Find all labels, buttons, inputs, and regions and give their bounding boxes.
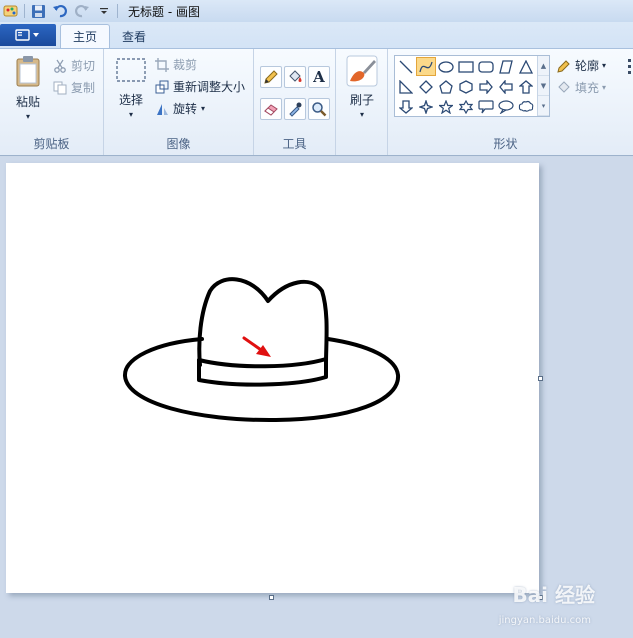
brushes-group: 刷子 ▾ [336,49,388,155]
rotate-label: 旋转 [173,102,198,116]
canvas-workspace[interactable]: Bai 经验 jingyan.baidu.com [0,157,633,638]
resize-handle-right[interactable] [538,376,543,381]
scissors-icon [52,58,68,74]
diamond-shape-icon[interactable] [416,77,436,96]
clipboard-group-label: 剪贴板 [33,137,70,151]
paste-dropdown-icon: ▾ [25,112,30,121]
oval-shape-icon[interactable] [436,57,456,76]
cut-label: 剪切 [71,59,96,73]
gallery-expand-icon[interactable]: ▾ [538,96,549,116]
tools-group-label: 工具 [282,137,307,151]
resize-button[interactable]: 重新调整大小 [154,78,245,95]
paint-app-icon[interactable] [2,2,20,20]
rotate-button[interactable]: 旋转 ▾ [154,100,205,117]
copy-icon [52,80,68,96]
five-point-star-shape-icon[interactable] [436,97,456,116]
rectangle-shape-icon[interactable] [456,57,476,76]
polygon-shape-icon[interactable] [496,57,516,76]
fill-button[interactable]: 填充 ▾ [556,79,606,96]
rotate-icon [154,101,170,117]
four-point-star-shape-icon[interactable] [416,97,436,116]
clipboard-icon [16,56,40,87]
brush-icon [346,55,378,87]
resize-handle-bottom[interactable] [269,595,274,600]
image-group: 选择 ▾ 裁剪 重新调整大小 旋转 ▾ 图像 [104,49,254,155]
hexagon-shape-icon[interactable] [456,77,476,96]
cloud-callout-shape-icon[interactable] [516,97,536,116]
shapes-gallery: ▲ ▼ ▾ [394,55,550,117]
rotate-dropdown-icon: ▾ [201,104,206,113]
cut-button[interactable]: 剪切 [52,57,95,74]
paint-menu-button[interactable] [0,24,56,46]
image-group-label: 图像 [166,137,191,151]
outline-dropdown-icon: ▾ [602,61,607,70]
menu-icon [15,29,39,41]
paste-button[interactable]: 粘贴 ▾ [8,55,48,121]
paste-label: 粘贴 [15,95,40,109]
tools-group: A 工具 [254,49,336,155]
pentagon-shape-icon[interactable] [436,77,456,96]
title-bar: 无标题 - 画图 [0,0,633,22]
window-title: 无标题 - 画图 [128,4,200,19]
curve-shape-icon[interactable] [416,57,436,76]
select-label: 选择 [118,93,143,107]
title-separator [117,4,118,18]
ribbon-overflow-grip[interactable] [628,59,631,81]
outline-label: 轮廓 [575,59,600,73]
outline-button[interactable]: 轮廓 ▾ [556,57,606,74]
baidu-watermark: Bai 经验 [512,583,595,607]
crop-label: 裁剪 [173,58,198,72]
magnifier-icon[interactable] [308,98,330,120]
brushes-label: 刷子 [349,93,374,107]
fill-bucket-small-icon [556,80,572,96]
drawing-canvas[interactable] [6,163,539,593]
crop-button[interactable]: 裁剪 [154,56,197,73]
brushes-button[interactable]: 刷子 ▾ [342,55,382,119]
shapes-group-label: 形状 [493,137,518,151]
scroll-down-icon[interactable]: ▼ [538,76,549,96]
fill-dropdown-icon: ▾ [602,83,607,92]
select-button[interactable]: 选择 ▾ [112,57,150,119]
qat-separator [24,4,25,18]
right-triangle-shape-icon[interactable] [396,77,416,96]
ribbon-tab-row: 主页 查看 [0,22,633,48]
clipboard-group: 粘贴 ▾ 剪切 复制 剪贴板 [0,49,104,155]
resize-icon [154,79,170,95]
tab-view[interactable]: 查看 [110,24,158,48]
right-arrow-shape-icon[interactable] [476,77,496,96]
rounded-rectangle-shape-icon[interactable] [476,57,496,76]
color-picker-icon[interactable] [284,98,306,120]
customize-qat-chevron-icon[interactable] [95,2,113,20]
save-icon[interactable] [29,2,47,20]
pencil-icon[interactable] [260,66,282,88]
crop-icon [154,57,170,73]
resize-label: 重新调整大小 [173,80,246,94]
select-dropdown-icon: ▾ [128,110,133,119]
select-rectangle-icon [116,58,146,82]
rounded-callout-shape-icon[interactable] [476,97,496,116]
fill-bucket-icon[interactable] [284,66,306,88]
outline-pencil-icon [556,58,572,74]
line-shape-icon[interactable] [396,57,416,76]
eraser-icon[interactable] [260,98,282,120]
fill-label: 填充 [575,81,600,95]
hat-drawing [122,277,401,423]
ribbon: 粘贴 ▾ 剪切 复制 剪贴板 选择 ▾ 裁剪 重新调整大小 旋转 ▾ 图像 A … [0,48,633,156]
shapes-gallery-scroller[interactable]: ▲ ▼ ▾ [537,56,549,116]
brushes-dropdown-icon: ▾ [359,110,364,119]
triangle-shape-icon[interactable] [516,57,536,76]
undo-icon[interactable] [51,2,69,20]
six-point-star-shape-icon[interactable] [456,97,476,116]
baidu-watermark-url: jingyan.baidu.com [498,615,591,626]
copy-button[interactable]: 复制 [52,79,95,96]
tab-home[interactable]: 主页 [60,24,111,48]
up-arrow-shape-icon[interactable] [516,77,536,96]
oval-callout-shape-icon[interactable] [496,97,516,116]
left-arrow-shape-icon[interactable] [496,77,516,96]
scroll-up-icon[interactable]: ▲ [538,56,549,76]
redo-icon[interactable] [73,2,91,20]
down-arrow-shape-icon[interactable] [396,97,416,116]
copy-label: 复制 [71,81,96,95]
text-tool-icon[interactable]: A [308,66,330,88]
